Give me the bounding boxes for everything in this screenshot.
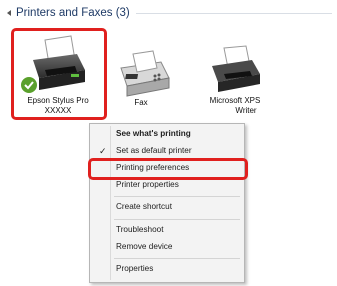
group-title: Printers and Faxes (3) [16,7,130,19]
highlight-selected-printer [11,28,107,120]
menu-item-label: Properties [116,264,154,273]
context-menu: See what's printing ✓ Set as default pri… [89,123,245,283]
menu-item-label: Set as default printer [116,146,192,155]
device-label-line1: Microsoft XPS [209,96,261,105]
menu-separator [114,219,240,220]
menu-item-label: Remove device [116,242,173,251]
menu-item-printer-properties[interactable]: Printer properties [92,178,242,192]
device-label-line2: Writer [235,106,257,115]
menu-item-set-as-default-printer[interactable]: ✓ Set as default printer [92,144,242,158]
menu-item-properties[interactable]: Properties [92,262,242,276]
highlight-printing-preferences [88,158,248,180]
group-header-printers-and-faxes[interactable]: Printers and Faxes (3) [4,3,332,23]
menu-item-label: Create shortcut [116,202,172,211]
collapse-arrow-icon[interactable] [7,10,11,16]
printer-icon [212,45,260,92]
menu-item-label: Printer properties [116,180,179,189]
device-label-line1: Fax [134,98,148,107]
menu-item-label: See what's printing [116,129,191,138]
menu-item-troubleshoot[interactable]: Troubleshoot [92,223,242,237]
menu-item-remove-device[interactable]: Remove device [92,240,242,254]
device-xps-writer[interactable]: Microsoft XPS Writer [194,44,276,116]
menu-item-create-shortcut[interactable]: Create shortcut [92,200,242,214]
checkmark-icon: ✓ [99,146,107,156]
fax-icon [120,50,170,97]
menu-item-see-whats-printing[interactable]: See what's printing [92,127,242,141]
group-divider [135,12,332,14]
menu-item-label: Troubleshoot [116,225,164,234]
device-fax[interactable]: Fax [104,46,178,108]
menu-separator [114,258,240,259]
menu-separator [114,196,240,197]
